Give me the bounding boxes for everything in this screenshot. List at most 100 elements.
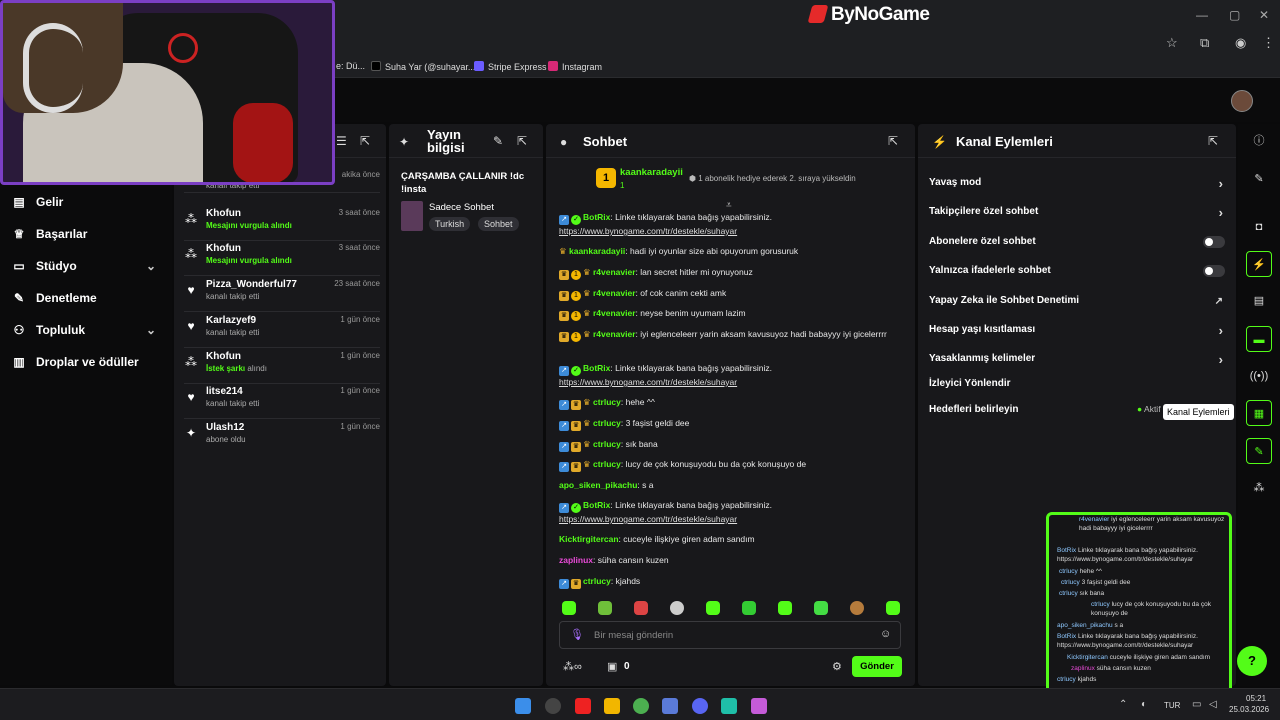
emote-icon[interactable]: [742, 601, 756, 615]
app-icon[interactable]: [721, 698, 737, 714]
sidebar-item-studyo[interactable]: ▭ Stüdyo ⌄: [12, 259, 162, 279]
broadcast-icon[interactable]: ((•)): [1246, 363, 1272, 389]
chat-username[interactable]: r4venavier: [593, 308, 636, 318]
activity-event[interactable]: ⁂ Khofun 1 gün önce İstek şarkı alındı: [184, 349, 380, 384]
pinned-user[interactable]: kaankaradayii: [620, 167, 683, 178]
lightning-icon[interactable]: ⚡: [1246, 251, 1272, 277]
emoji-icon[interactable]: ☺: [880, 628, 891, 640]
capture-icon[interactable]: ◘: [1246, 214, 1272, 240]
chat-username[interactable]: kaankaradayii: [569, 246, 625, 256]
activity-event[interactable]: ⁂ Khofun 3 saat önce Mesajını vurgula al…: [184, 206, 380, 241]
channel-actions-icon[interactable]: ▦: [1246, 400, 1272, 426]
windows-start-icon[interactable]: [515, 698, 531, 714]
tag-chip[interactable]: Turkish: [429, 217, 471, 231]
file-explorer-icon[interactable]: [604, 698, 620, 714]
maximize-icon[interactable]: ▢: [1229, 8, 1240, 22]
chat-username[interactable]: zaplinux: [559, 555, 593, 565]
minimize-icon[interactable]: —: [1196, 8, 1208, 22]
document-icon[interactable]: ▤: [1246, 288, 1272, 314]
channel-points-icon[interactable]: ⁂∞: [563, 660, 582, 673]
emote-icon[interactable]: [850, 601, 864, 615]
chat-username[interactable]: r4venavier: [593, 288, 636, 298]
clock-time[interactable]: 05:21: [1246, 694, 1266, 703]
chat-link[interactable]: https://www.bynogame.com/tr/destekle/suh…: [559, 226, 737, 236]
youtube-icon[interactable]: [575, 698, 591, 714]
tray-app-icon[interactable]: ◐: [1141, 699, 1147, 710]
edit-icon[interactable]: ✎: [1246, 166, 1272, 192]
chat-username[interactable]: ctrlucy: [593, 397, 621, 407]
subscribers-only-toggle[interactable]: [1203, 236, 1225, 248]
points-icon[interactable]: ⁂: [1246, 475, 1272, 501]
action-banned-words[interactable]: Yasaklanmış kelimeler ›: [929, 352, 1225, 371]
chat-username[interactable]: BotRix: [583, 363, 610, 373]
emotes-only-toggle[interactable]: [1203, 265, 1225, 277]
sidebar-item-basarilar[interactable]: ♕ Başarılar: [12, 227, 162, 247]
popout-icon[interactable]: ⇱: [517, 134, 527, 148]
collapse-pinned-icon[interactable]: ⩡: [726, 200, 732, 211]
language-indicator[interactable]: TUR: [1164, 701, 1180, 710]
chat-username[interactable]: BotRix: [583, 212, 610, 222]
discord-icon[interactable]: [692, 698, 708, 714]
settings-gear-icon[interactable]: ⚙: [832, 660, 842, 673]
extensions-icon[interactable]: ⧉: [1200, 35, 1209, 51]
emote-icon[interactable]: [598, 601, 612, 615]
sidebar-item-topluluk[interactable]: ⚇ Topluluk ⌄: [12, 323, 162, 343]
menu-dots-icon[interactable]: ⋮: [1262, 35, 1275, 51]
volume-icon[interactable]: ◁: [1209, 699, 1217, 710]
app-icon[interactable]: [662, 698, 678, 714]
chat-username[interactable]: r4venavier: [593, 329, 636, 339]
action-raid[interactable]: İzleyici Yönlendir: [929, 378, 1225, 396]
emote-icon[interactable]: [562, 601, 576, 615]
activity-event[interactable]: ✦ Ulash12 1 gün önce abone oldu: [184, 420, 380, 454]
popout-icon[interactable]: ⇱: [888, 134, 898, 148]
activity-event[interactable]: ♥ Pizza_Wonderful77 23 saat önce kanalı …: [184, 277, 380, 312]
chat-link[interactable]: https://www.bynogame.com/tr/destekle/suh…: [559, 514, 737, 524]
action-ai-moderation[interactable]: Yapay Zeka ile Sohbet Denetimi ↗: [929, 295, 1225, 313]
network-icon[interactable]: ▭: [1192, 699, 1201, 710]
chat-link[interactable]: https://www.bynogame.com/tr/destekle/suh…: [559, 377, 737, 387]
bookmark-item[interactable]: e: Dü...: [336, 61, 365, 71]
chat-username[interactable]: apo_siken_pikachu: [559, 480, 637, 490]
category-name[interactable]: Sadece Sohbet: [429, 202, 494, 213]
bookmark-stripe[interactable]: Stripe Express: [474, 61, 547, 72]
info-icon[interactable]: ⓘ: [1246, 128, 1272, 154]
activity-event[interactable]: ♥ litse214 1 gün önce kanalı takip etti: [184, 384, 380, 419]
send-button[interactable]: Gönder: [852, 656, 902, 677]
user-avatar[interactable]: [1231, 90, 1253, 112]
wrench-icon[interactable]: ✎: [1246, 438, 1272, 464]
action-account-age[interactable]: Hesap yaşı kısıtlaması ›: [929, 323, 1225, 342]
action-followers-only[interactable]: Takipçilere özel sohbet ›: [929, 205, 1225, 224]
activity-event[interactable]: ⁂ Khofun 3 saat önce Mesajını vurgula al…: [184, 241, 380, 276]
help-fab-button[interactable]: ?: [1237, 646, 1267, 676]
action-slow-mode[interactable]: Yavaş mod ›: [929, 176, 1225, 195]
chat-bubble-icon[interactable]: ▬: [1246, 326, 1272, 352]
app-icon[interactable]: [751, 698, 767, 714]
chrome-icon[interactable]: [633, 698, 649, 714]
close-icon[interactable]: ✕: [1259, 8, 1269, 22]
clock-date[interactable]: 25.03.2026: [1229, 705, 1269, 714]
emote-icon[interactable]: [886, 601, 900, 615]
popout-icon[interactable]: ⇱: [360, 134, 370, 148]
tag-chip[interactable]: Sohbet: [478, 217, 519, 231]
emote-icon[interactable]: [814, 601, 828, 615]
chat-username[interactable]: ctrlucy: [583, 576, 611, 586]
chat-username[interactable]: ctrlucy: [593, 459, 621, 469]
microphone-icon[interactable]: 🎙: [570, 628, 584, 641]
category-thumbnail[interactable]: [401, 201, 423, 231]
bookmark-star-icon[interactable]: ☆: [1166, 35, 1178, 51]
emote-icon[interactable]: [706, 601, 720, 615]
chat-username[interactable]: BotRix: [583, 500, 610, 510]
chat-username[interactable]: ctrlucy: [593, 439, 621, 449]
gift-icon[interactable]: ▣: [607, 660, 617, 673]
filter-icon[interactable]: ☰: [336, 134, 347, 148]
chat-username[interactable]: Kicktirgitercan: [559, 534, 619, 544]
tray-chevron-icon[interactable]: ⌃: [1119, 699, 1127, 710]
chat-input[interactable]: 🎙 Bir mesaj gönderin ☺: [559, 621, 901, 649]
speedometer-icon[interactable]: [545, 698, 561, 714]
emote-icon[interactable]: [634, 601, 648, 615]
activity-event[interactable]: ♥ Karlazyef9 1 gün önce kanalı takip ett…: [184, 313, 380, 348]
edit-icon[interactable]: ✎: [493, 134, 503, 148]
chat-username[interactable]: r4venavier: [593, 267, 636, 277]
chat-username[interactable]: ctrlucy: [593, 418, 621, 428]
profile-icon[interactable]: ◉: [1235, 35, 1246, 51]
